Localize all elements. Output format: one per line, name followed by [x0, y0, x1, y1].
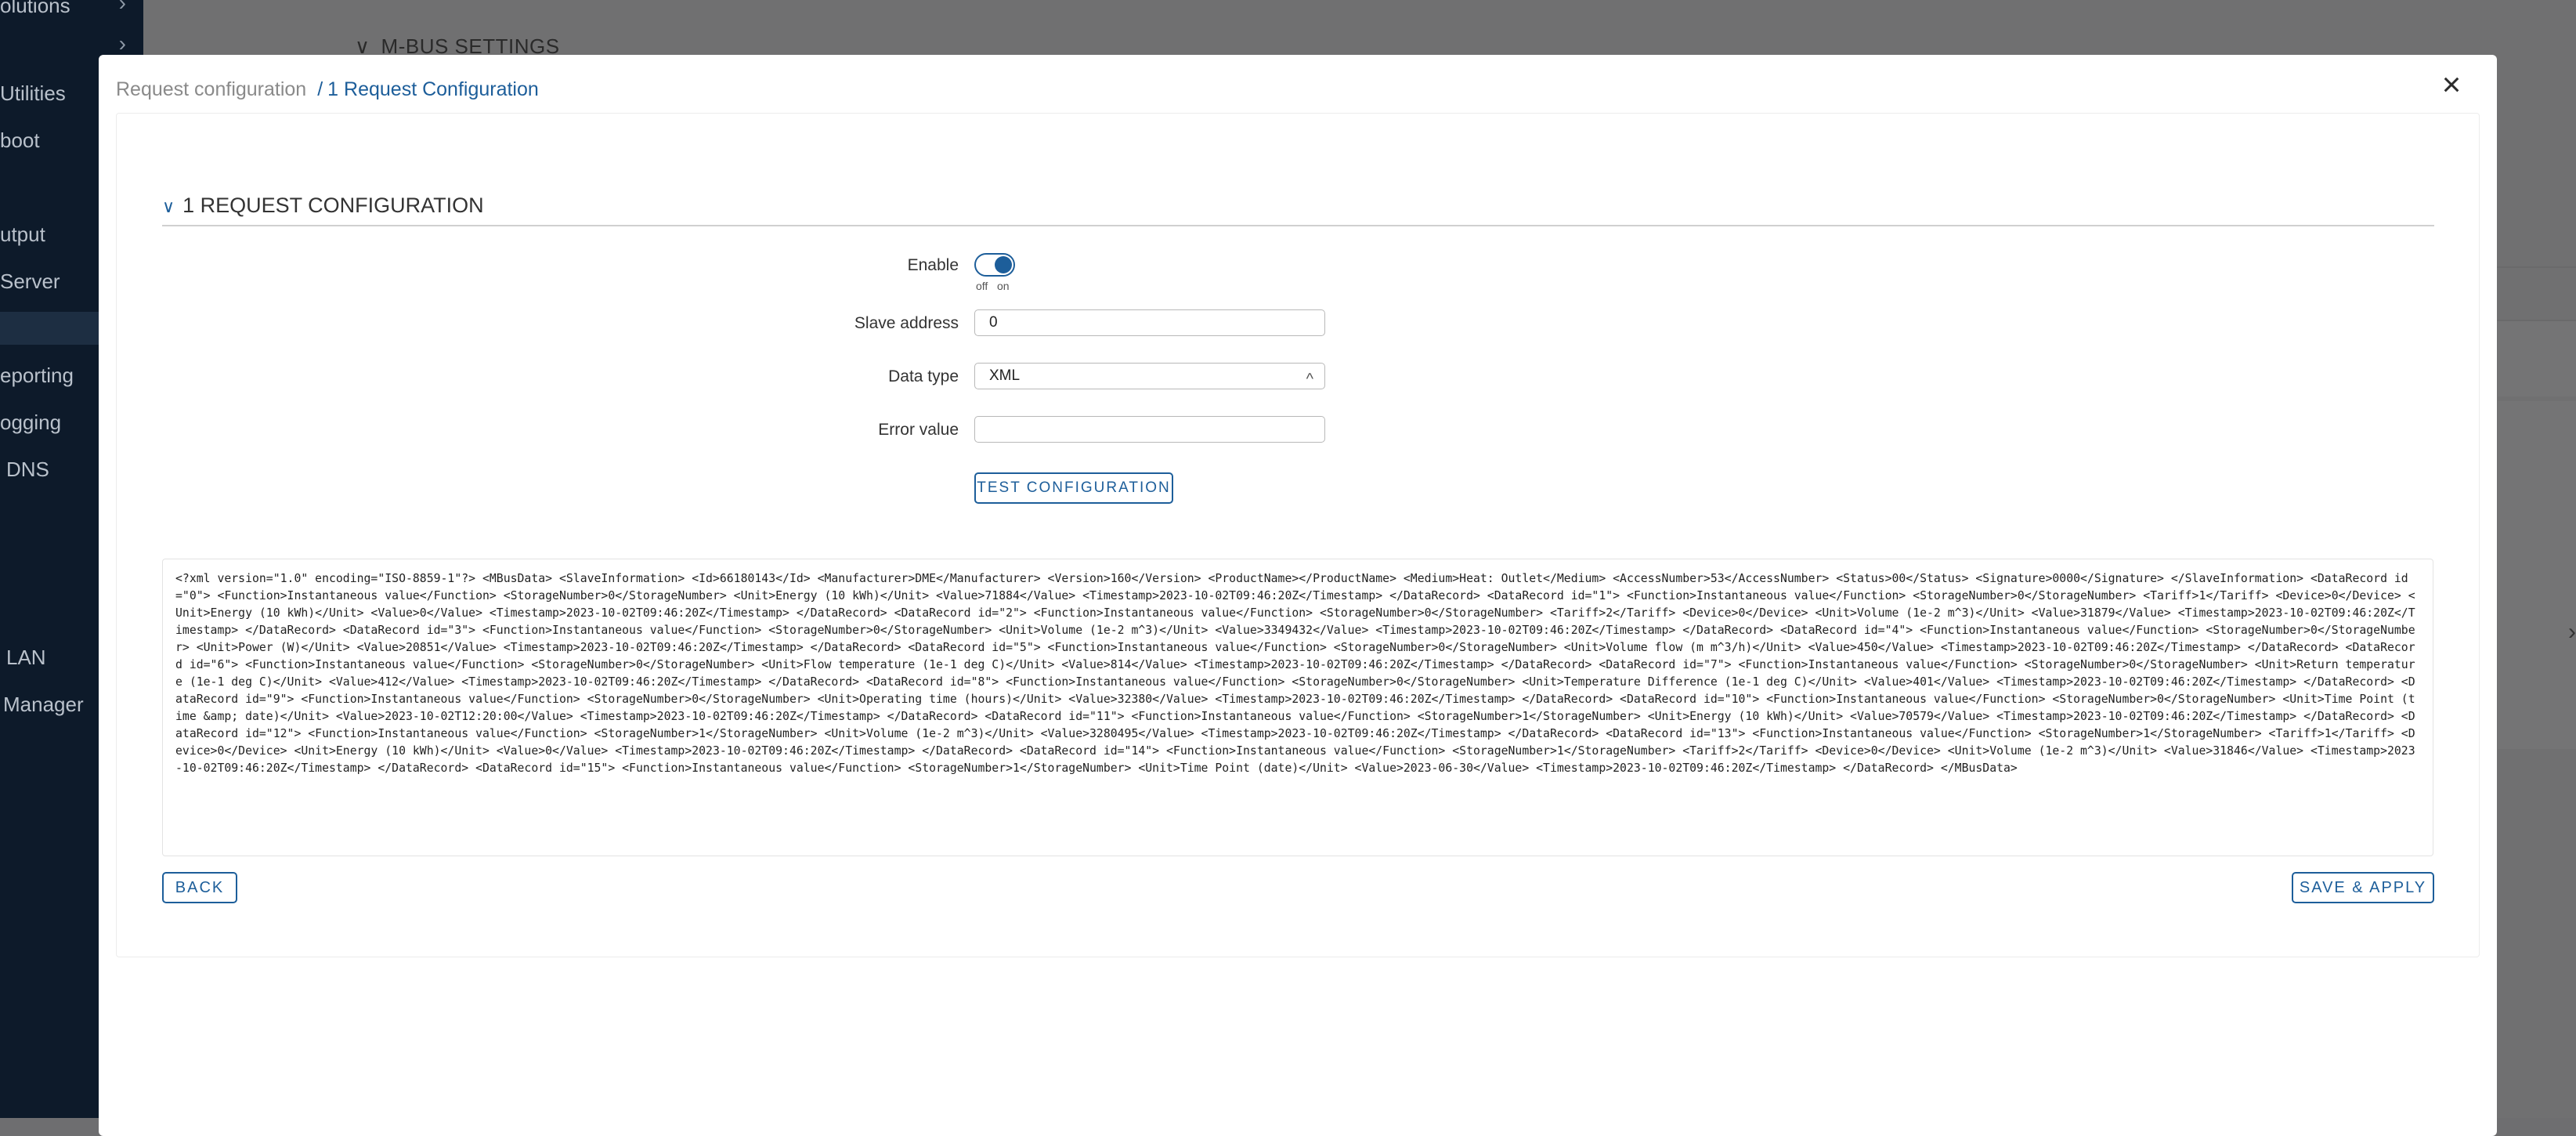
sidebar-item-label: Manager	[3, 693, 84, 716]
sidebar-item-label: eporting	[0, 364, 74, 387]
sidebar-item-label: utput	[0, 222, 45, 246]
toggle-knob	[995, 256, 1012, 273]
sidebar-item-label: ogging	[0, 411, 62, 434]
toggle-on-label: on	[997, 280, 1010, 292]
section-title: ∨ 1 REQUEST CONFIGURATION	[162, 194, 484, 217]
error-value-field[interactable]	[974, 416, 1325, 443]
sidebar-item-label: Server	[0, 270, 60, 293]
chevron-up-icon: ^	[1306, 371, 1313, 388]
breadcrumb: Request configuration /1 Request Configur…	[116, 78, 539, 101]
background-panel	[2498, 321, 2576, 396]
request-configuration-modal: Request configuration /1 Request Configur…	[99, 55, 2497, 1136]
enable-label: Enable	[907, 256, 959, 274]
sidebar-item-utilities[interactable]: Utilities	[0, 81, 66, 106]
sidebar-item-label: boot	[0, 128, 40, 152]
section-header[interactable]: ∨ 1 REQUEST CONFIGURATION	[162, 194, 2434, 226]
sidebar-item-logging[interactable]: ogging	[0, 411, 61, 435]
enable-toggle[interactable]	[974, 253, 1015, 277]
slave-address-field[interactable]: 0	[974, 309, 1325, 336]
sidebar-item-label: olutions	[0, 0, 70, 17]
breadcrumb-parent-link[interactable]: Request configuration	[116, 78, 306, 100]
background-panel	[2498, 401, 2576, 749]
close-icon[interactable]: ×	[2436, 68, 2467, 101]
sidebar-item-reporting[interactable]: eporting	[0, 364, 74, 388]
sidebar-item-manager[interactable]: Manager	[3, 693, 84, 717]
chevron-right-icon: ›	[2568, 619, 2576, 645]
sidebar-item-lan[interactable]: LAN	[6, 646, 46, 670]
test-configuration-button[interactable]: TEST CONFIGURATION	[974, 472, 1173, 504]
error-value-label: Error value	[878, 421, 959, 439]
save-apply-button[interactable]: SAVE & APPLY	[2292, 872, 2434, 903]
chevron-down-icon: ∨	[162, 197, 175, 216]
sidebar-item-dns[interactable]: DNS	[6, 458, 49, 482]
modal-content-panel: ∨ 1 REQUEST CONFIGURATION Enable off on S…	[116, 113, 2480, 957]
back-button[interactable]: BACK	[162, 872, 237, 903]
data-type-select[interactable]: XML ^	[974, 363, 1325, 389]
sidebar-item-output[interactable]: utput	[0, 222, 45, 247]
sidebar-item-label: Utilities	[0, 81, 66, 105]
toggle-off-label: off	[976, 280, 988, 292]
sidebar-item-reboot[interactable]: boot	[0, 128, 40, 153]
sidebar-item-label: DNS	[6, 458, 49, 481]
sidebar-item-label: LAN	[6, 646, 46, 669]
data-type-value: XML	[989, 367, 1021, 384]
data-type-label: Data type	[888, 367, 959, 385]
slave-address-label: Slave address	[854, 314, 959, 332]
xml-output-textarea[interactable]: <?xml version="1.0" encoding="ISO-8859-1…	[162, 559, 2433, 856]
breadcrumb-current: 1 Request Configuration	[327, 78, 539, 100]
sidebar-item-solutions[interactable]: olutions	[0, 0, 70, 18]
chevron-right-icon: ›	[118, 31, 126, 56]
breadcrumb-separator: /	[317, 78, 323, 100]
sidebar-item-server[interactable]: Server	[0, 270, 60, 294]
chevron-right-icon: ›	[118, 0, 126, 15]
